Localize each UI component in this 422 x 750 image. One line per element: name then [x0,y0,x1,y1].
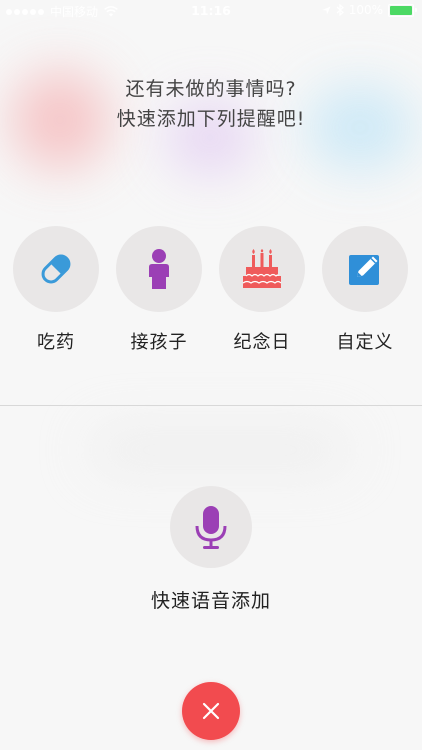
quick-reminder-label: 接孩子 [130,332,188,353]
quick-reminder-circle[interactable] [13,226,99,312]
voice-add-section: 快速语音添加 [0,486,422,613]
voice-add-button[interactable] [170,486,252,568]
battery-percent: 100% [348,3,383,17]
section-divider [0,405,422,406]
battery-level-fill [390,5,412,15]
quick-reminder-label: 吃药 [37,332,75,353]
quick-reminder-medicine-button[interactable]: 吃药 [13,226,99,354]
quick-reminder-label: 自定义 [336,332,394,353]
voice-add-label: 快速语音添加 [150,590,271,612]
reminder-quick-add-screen: 中国移动 11:16 100% 还有未做的事情吗? 快速添加下列提醒吧! 吃药 … [0,0,422,750]
bluetooth-icon [336,4,344,16]
quick-reminder-circle[interactable] [219,226,305,312]
child-icon [149,249,169,289]
edit-icon [349,255,379,285]
battery-icon [388,3,417,17]
background-blur-gray [90,430,350,470]
location-arrow-icon [322,5,331,15]
pill-icon [41,254,71,284]
quick-reminder-pickup-child-button[interactable]: 接孩子 [116,226,202,354]
microphone-icon [195,506,227,549]
status-bar: 中国移动 11:16 100% [0,0,422,22]
quick-reminder-circle[interactable] [322,226,408,312]
quick-reminder-circle[interactable] [116,226,202,312]
headline-line-2: 快速添加下列提醒吧! [116,108,306,130]
cake-icon [242,249,282,288]
quick-reminder-custom-button[interactable]: 自定义 [322,226,408,354]
quick-reminder-anniversary-button[interactable]: 纪念日 [219,226,305,354]
close-button[interactable] [182,682,240,740]
headline-line-1: 还有未做的事情吗? [125,78,297,100]
close-icon [202,702,220,720]
quick-reminder-label: 纪念日 [233,332,291,353]
status-right: 100% [322,3,417,17]
prompt-headline: 还有未做的事情吗? 快速添加下列提醒吧! [0,74,422,134]
